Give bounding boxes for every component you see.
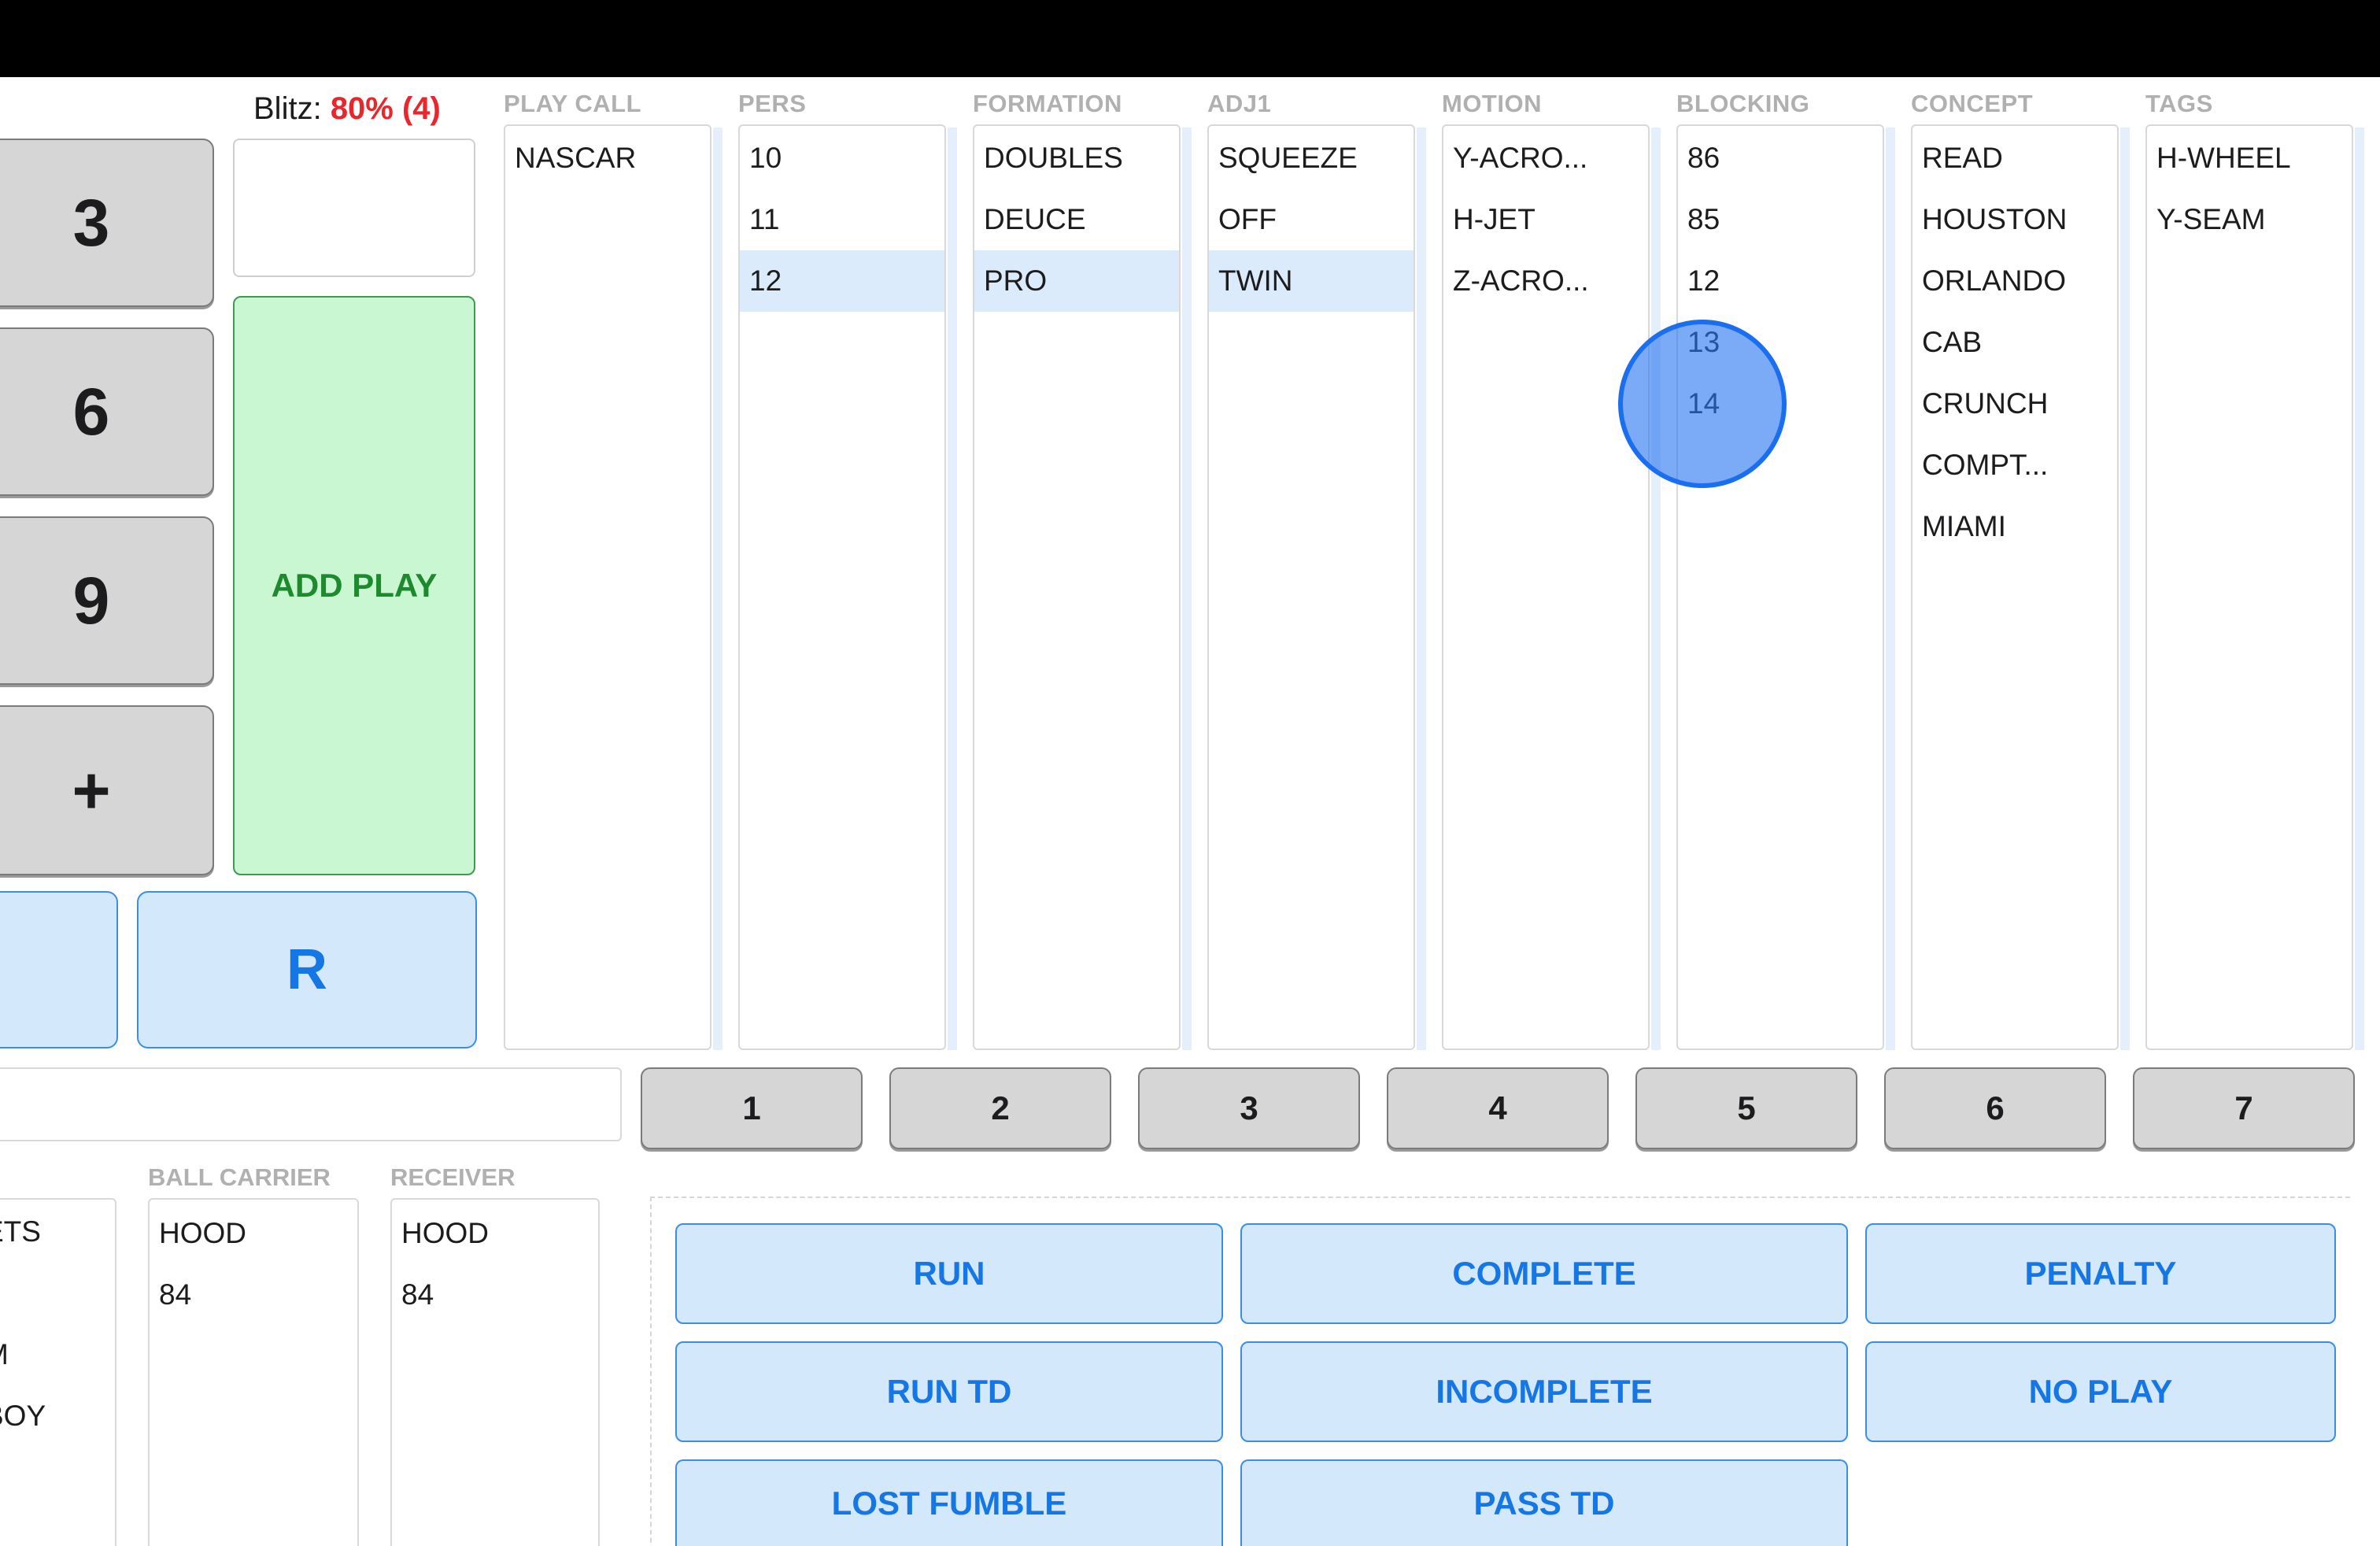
column-item[interactable]: SQUEEZE (1209, 128, 1414, 189)
column-item[interactable]: DEUCE (974, 189, 1179, 250)
column-scrollbar[interactable] (2120, 128, 2130, 1050)
keypad-button-9[interactable]: 9 (0, 516, 214, 685)
run-button[interactable]: RUN (675, 1223, 1223, 1324)
list-item[interactable]: M (0, 1338, 9, 1371)
column-item[interactable]: HOUSTON (1913, 189, 2117, 250)
column-list: NASCAR (504, 124, 711, 1050)
receiver-header: RECEIVER (390, 1163, 516, 1191)
play-preview-box (233, 139, 475, 277)
play-input-field[interactable] (0, 1067, 622, 1141)
complete-button[interactable]: COMPLETE (1240, 1223, 1848, 1324)
column-list: Y-ACRO... H-JET Z-ACRO... (1442, 124, 1650, 1050)
column-item[interactable]: 86 (1678, 128, 1883, 189)
ball-carrier-item-hood[interactable]: HOOD (159, 1217, 246, 1250)
column-item[interactable]: CRUNCH (1913, 373, 2117, 435)
keypad-button-3[interactable]: 3 (0, 139, 214, 307)
blitz-indicator: Blitz: 80% (4) (253, 91, 441, 127)
column-item[interactable]: 10 (740, 128, 944, 189)
add-play-button[interactable]: ADD PLAY (233, 296, 475, 875)
number-button[interactable]: 7 (2133, 1067, 2355, 1149)
hash-right-button[interactable]: R (137, 891, 477, 1049)
run-td-button[interactable]: RUN TD (675, 1341, 1223, 1442)
number-button[interactable]: 1 (641, 1067, 863, 1149)
column-scrollbar[interactable] (1417, 128, 1426, 1050)
column-item[interactable]: H-JET (1443, 189, 1648, 250)
number-button[interactable]: 2 (889, 1067, 1111, 1149)
column-item[interactable]: MIAMI (1913, 496, 2117, 557)
list-item[interactable]: ETS (0, 1215, 41, 1248)
blitz-label: Blitz: (253, 91, 322, 126)
column-header: BLOCKING (1676, 90, 1810, 117)
column-header: PLAY CALL (504, 90, 642, 117)
column-item[interactable]: COMPT... (1913, 435, 2117, 496)
column-header: CONCEPT (1911, 90, 2034, 117)
pass-td-button[interactable]: PASS TD (1240, 1459, 1848, 1546)
penalty-button[interactable]: PENALTY (1865, 1223, 2336, 1324)
column-item[interactable]: DOUBLES (974, 128, 1179, 189)
column-item[interactable]: READ (1913, 128, 2117, 189)
blitz-value: 80% (4) (330, 91, 441, 126)
column-header: MOTION (1442, 90, 1542, 117)
column-item[interactable]: 11 (740, 189, 944, 250)
column-scrollbar[interactable] (1886, 128, 1895, 1050)
hash-left-button[interactable] (0, 891, 118, 1049)
column-item[interactable]: H-WHEEL (2147, 128, 2352, 189)
column-list: H-WHEEL Y-SEAM (2145, 124, 2353, 1050)
column-list: 8685121314 (1676, 124, 1884, 1050)
column-item[interactable]: CAB (1913, 312, 2117, 373)
number-button[interactable]: 4 (1387, 1067, 1609, 1149)
column-item[interactable]: Z-ACRO... (1443, 250, 1648, 312)
top-black-bar (0, 0, 2380, 77)
number-button[interactable]: 5 (1635, 1067, 1857, 1149)
receiver-list: HOOD 84 (390, 1198, 600, 1546)
column-list: 10 11 12 (738, 124, 946, 1050)
column-header: PERS (738, 90, 807, 117)
column-item[interactable]: 12 (1678, 250, 1883, 312)
column-item[interactable]: TWIN (1209, 250, 1414, 312)
column-header: FORMATION (973, 90, 1122, 117)
column-header: TAGS (2145, 90, 2213, 117)
column-scrollbar[interactable] (1651, 128, 1661, 1050)
touch-indicator-icon (1618, 320, 1787, 488)
lost-fumble-button[interactable]: LOST FUMBLE (675, 1459, 1223, 1546)
column-item[interactable]: PRO (974, 250, 1179, 312)
no-play-button[interactable]: NO PLAY (1865, 1341, 2336, 1442)
receiver-item-hood[interactable]: HOOD (401, 1217, 489, 1250)
column-list: SQUEEZE OFF TWIN (1207, 124, 1415, 1050)
incomplete-button[interactable]: INCOMPLETE (1240, 1341, 1848, 1442)
ball-carrier-list: HOOD 84 (148, 1198, 359, 1546)
ball-carrier-header: BALL CARRIER (148, 1163, 331, 1191)
column-item[interactable]: OFF (1209, 189, 1414, 250)
number-button[interactable]: 6 (1884, 1067, 2106, 1149)
list-item[interactable]: BOY (0, 1400, 46, 1433)
column-item[interactable]: Y-ACRO... (1443, 128, 1648, 189)
column-item[interactable]: 85 (1678, 189, 1883, 250)
column-scrollbar[interactable] (2355, 128, 2364, 1050)
column-scrollbar[interactable] (1182, 128, 1192, 1050)
column-header: ADJ1 (1207, 90, 1272, 117)
column-item[interactable]: 12 (740, 250, 944, 312)
receiver-item-84[interactable]: 84 (401, 1278, 434, 1311)
column-scrollbar[interactable] (713, 128, 722, 1050)
column-item[interactable]: NASCAR (505, 128, 710, 189)
column-list: READ HOUSTON ORLANDO CAB CRUNCH COMPT... MIAMI (1911, 124, 2119, 1050)
keypad-button-plus[interactable]: + (0, 705, 214, 875)
ball-carrier-item-84[interactable]: 84 (159, 1278, 191, 1311)
column-scrollbar[interactable] (948, 128, 957, 1050)
column-item[interactable]: Y-SEAM (2147, 189, 2352, 250)
number-button[interactable]: 3 (1138, 1067, 1360, 1149)
player-list-partial[interactable]: ETS M BOY (0, 1198, 116, 1546)
column-item[interactable]: ORLANDO (1913, 250, 2117, 312)
column-list: DOUBLES DEUCE PRO (973, 124, 1181, 1050)
keypad-button-6[interactable]: 6 (0, 327, 214, 496)
